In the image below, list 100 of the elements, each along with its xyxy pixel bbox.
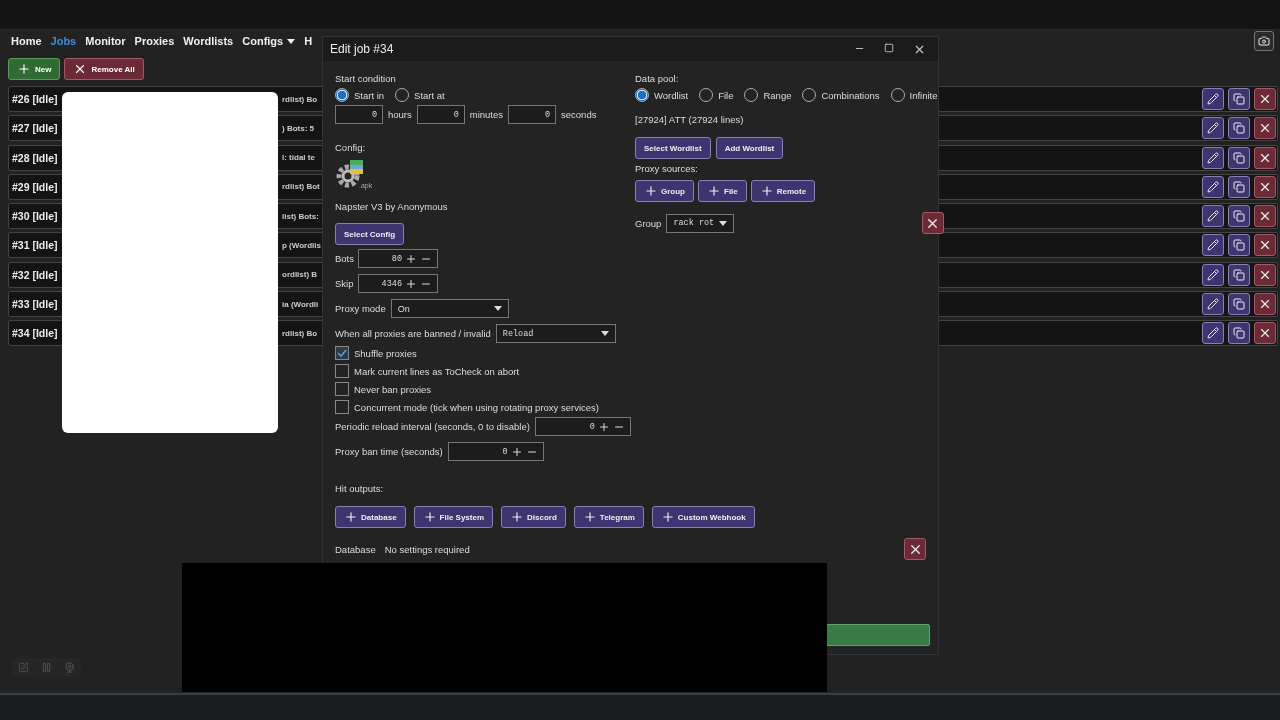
clone-button[interactable]: [1228, 263, 1250, 286]
checkbox-option[interactable]: Mark current lines as ToCheck on abort: [335, 364, 520, 378]
plus-icon[interactable]: [510, 445, 523, 458]
nav-link[interactable]: H: [304, 35, 313, 47]
number-field[interactable]: 80: [358, 249, 438, 268]
wordlist-info: [27924] ATT (27924 lines): [635, 114, 744, 125]
edit-button[interactable]: [1202, 293, 1224, 316]
radio-option[interactable]: File: [699, 88, 734, 102]
radio-option[interactable]: Infinite: [890, 88, 938, 102]
number-field[interactable]: 0: [534, 417, 631, 436]
add-output-button[interactable]: File System: [413, 506, 494, 528]
plus-icon: [422, 510, 437, 524]
field-label: Bots: [335, 253, 353, 264]
remove-button[interactable]: [921, 212, 944, 234]
nav-link[interactable]: Jobs: [50, 35, 77, 47]
select-config-button[interactable]: Select Config: [335, 223, 405, 245]
add-source-button[interactable]: Remote: [750, 180, 816, 202]
delete-button[interactable]: [1254, 175, 1276, 198]
nav-link[interactable]: Proxies: [134, 35, 175, 47]
plus-icon[interactable]: [405, 252, 417, 265]
job-details: rdlist) Bo: [282, 94, 318, 104]
job-status: #28 [Idle]: [12, 151, 58, 164]
config-name: Napster V3 by Anonymous: [335, 201, 448, 212]
pencil-icon: [1207, 268, 1219, 281]
new-button[interactable]: New: [8, 58, 61, 80]
remove-button[interactable]: [904, 538, 926, 560]
pencil-icon: [1207, 151, 1219, 164]
delete-button[interactable]: [1254, 88, 1276, 110]
section-label: Proxy sources:: [635, 163, 698, 174]
number-field[interactable]: 0: [508, 105, 557, 124]
add-output-button[interactable]: Custom Webhook: [651, 506, 755, 528]
add-source-button[interactable]: File: [698, 180, 747, 202]
clone-button[interactable]: [1228, 146, 1250, 169]
clone-button[interactable]: [1228, 175, 1250, 198]
copy-icon: [1233, 180, 1245, 193]
wordlist-button[interactable]: Add Wordlist: [715, 137, 784, 159]
clone-button[interactable]: [1228, 234, 1250, 257]
clone-button[interactable]: [1228, 322, 1250, 345]
nav-link[interactable]: Home: [11, 35, 42, 47]
dropdown-field[interactable]: On: [390, 299, 509, 318]
delete-button[interactable]: [1254, 263, 1276, 286]
edit-button[interactable]: [1202, 205, 1224, 228]
delete-button[interactable]: [1254, 293, 1276, 316]
add-output-button[interactable]: Database: [335, 506, 406, 528]
number-field[interactable]: 0: [447, 442, 544, 461]
radio-option[interactable]: Range: [744, 88, 792, 102]
delete-button[interactable]: [1254, 146, 1276, 169]
wordlist-button[interactable]: Select Wordlist: [635, 137, 711, 159]
dropdown-field[interactable]: Reload: [495, 324, 616, 343]
checkmark-icon: [337, 348, 347, 358]
job-status: #31 [Idle]: [12, 239, 58, 252]
radio-option[interactable]: Start in: [335, 88, 385, 102]
delete-button[interactable]: [1254, 205, 1276, 228]
number-field[interactable]: 4346: [358, 274, 438, 293]
job-status: #34 [Idle]: [12, 327, 58, 340]
edit-button[interactable]: [1202, 88, 1224, 110]
checkbox-option[interactable]: Never ban proxies: [335, 382, 432, 396]
nav-link[interactable]: Monitor: [85, 35, 126, 47]
checkbox-option[interactable]: Shuffle proxies: [335, 346, 417, 360]
nav-link[interactable]: Configs: [242, 35, 296, 47]
field-label: Group: [635, 217, 662, 229]
plus-icon[interactable]: [405, 277, 417, 290]
edit-button[interactable]: [1202, 234, 1224, 257]
number-field[interactable]: 0: [416, 105, 465, 124]
radio-option[interactable]: Start at: [395, 88, 445, 102]
clone-button[interactable]: [1228, 117, 1250, 140]
plus-icon[interactable]: [597, 420, 610, 433]
camera-button[interactable]: [1254, 31, 1274, 51]
radio-option[interactable]: Combinations: [802, 88, 880, 102]
plus-icon: [582, 510, 597, 524]
add-source-button[interactable]: Group: [635, 180, 694, 202]
field-label: Skip: [335, 278, 353, 289]
edit-button[interactable]: [1202, 263, 1224, 286]
remove-all-button[interactable]: Remove All: [64, 58, 144, 80]
caret-icon: [493, 306, 502, 311]
add-output-button[interactable]: Discord: [501, 506, 566, 528]
nav-link[interactable]: Wordlists: [183, 35, 234, 47]
radio-option[interactable]: Wordlist: [635, 88, 689, 102]
dropdown-field[interactable]: rack rot: [666, 213, 735, 233]
job-status: #26 [Idle]: [12, 93, 58, 105]
field-label: When all proxies are banned / invalid: [335, 328, 491, 339]
delete-button[interactable]: [1254, 234, 1276, 257]
delete-button[interactable]: [1254, 322, 1276, 345]
clone-button[interactable]: [1228, 205, 1250, 228]
close-icon: [1258, 92, 1272, 106]
clone-button[interactable]: [1228, 293, 1250, 316]
job-status: #33 [Idle]: [12, 298, 58, 311]
clone-button[interactable]: [1228, 88, 1250, 110]
pencil-icon: [1207, 180, 1219, 193]
job-status: #27 [Idle]: [12, 122, 58, 135]
edit-button[interactable]: [1202, 175, 1224, 198]
unit-label: hours: [388, 109, 412, 120]
add-output-button[interactable]: Telegram: [573, 506, 644, 528]
checkbox-option[interactable]: Concurrent mode (tick when using rotating proxy services): [335, 400, 599, 414]
edit-button[interactable]: [1202, 146, 1224, 169]
job-details: p (Wordlis: [282, 241, 321, 250]
delete-button[interactable]: [1254, 117, 1276, 140]
edit-button[interactable]: [1202, 322, 1224, 345]
number-field[interactable]: 0: [335, 105, 383, 124]
edit-button[interactable]: [1202, 117, 1224, 140]
